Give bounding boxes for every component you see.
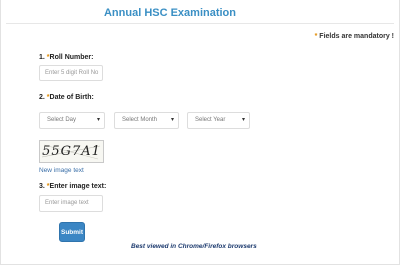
chevron-down-icon: ▾ bbox=[241, 117, 245, 123]
roll-number-label-prefix: 1. bbox=[39, 54, 47, 61]
roll-number-label-text: Roll Number: bbox=[49, 54, 94, 61]
new-image-link[interactable]: New image text bbox=[39, 167, 84, 174]
date-of-birth-label: 2. *Date of Birth: bbox=[39, 94, 94, 101]
chevron-down-icon: ▾ bbox=[170, 117, 174, 123]
date-of-birth-label-text: Date of Birth: bbox=[49, 94, 94, 101]
page-title: Annual HSC Examination bbox=[103, 7, 237, 19]
image-text-label-prefix: 3. bbox=[39, 183, 47, 190]
image-text-label-text: Enter image text: bbox=[49, 183, 107, 190]
roll-number-input[interactable]: Enter 5 digit Roll No bbox=[39, 65, 103, 81]
chevron-down-icon: ▾ bbox=[96, 117, 100, 123]
roll-number-label: 1. *Roll Number: bbox=[39, 54, 93, 61]
image-text-label: 3. *Enter image text: bbox=[39, 183, 106, 190]
select-year-dropdown[interactable]: Select Year ▾ bbox=[187, 112, 250, 129]
submit-button[interactable]: Submit bbox=[59, 222, 85, 242]
mandatory-note-text: Fields are mandatory ! bbox=[317, 33, 394, 40]
browser-compatibility-note: Best viewed in Chrome/Firefox browsers bbox=[131, 243, 257, 250]
select-year-value: Select Year bbox=[195, 117, 226, 123]
select-day-value: Select Day bbox=[47, 117, 77, 123]
captcha-text: 55G7A1 bbox=[42, 144, 101, 159]
select-month-dropdown[interactable]: Select Month ▾ bbox=[114, 112, 179, 129]
select-day-dropdown[interactable]: Select Day ▾ bbox=[39, 112, 105, 129]
date-of-birth-label-prefix: 2. bbox=[39, 94, 47, 101]
select-month-value: Select Month bbox=[122, 117, 158, 123]
captcha-image: 55G7A1 bbox=[39, 140, 104, 163]
roll-number-placeholder: Enter 5 digit Roll No bbox=[45, 70, 99, 76]
title-divider bbox=[6, 23, 394, 24]
image-text-placeholder: Enter image text bbox=[45, 200, 89, 206]
image-text-input[interactable]: Enter image text bbox=[39, 195, 103, 212]
mandatory-fields-note: * Fields are mandatory ! bbox=[315, 33, 394, 40]
